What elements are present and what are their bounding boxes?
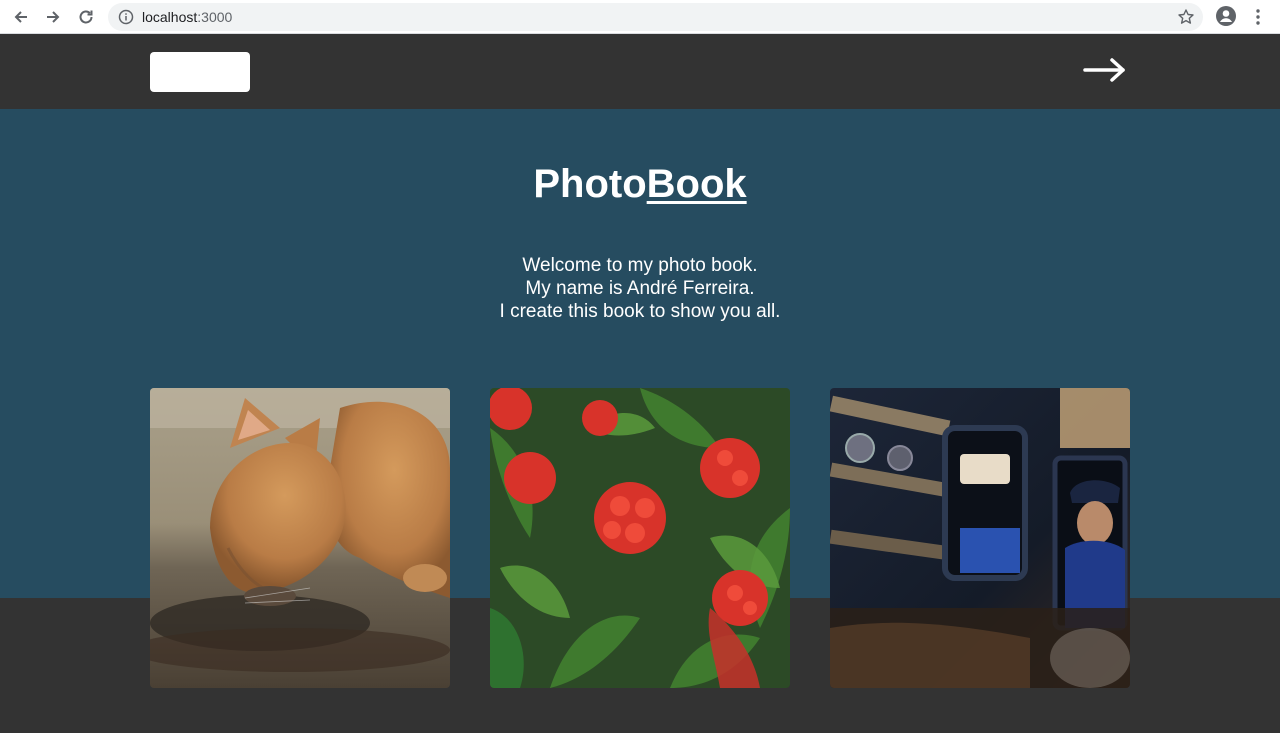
welcome-line: My name is André Ferreira. <box>525 278 755 299</box>
url-host: localhost <box>142 9 198 25</box>
forward-icon <box>47 11 60 23</box>
welcome-line: I create this book to show you all. <box>499 301 781 322</box>
title-book: Book <box>646 162 747 206</box>
forward-button[interactable] <box>41 5 65 29</box>
address-bar[interactable]: localhost:3000 <box>108 3 1203 31</box>
train-image <box>830 388 1130 688</box>
url-port: :3000 <box>197 9 233 25</box>
flowers-image <box>490 388 790 688</box>
photo-train[interactable] <box>830 388 1130 688</box>
logo[interactable] <box>150 52 250 92</box>
profile-icon[interactable] <box>1216 6 1236 26</box>
next-button[interactable] <box>1082 55 1128 85</box>
kebab-menu-icon[interactable] <box>1250 7 1266 27</box>
title-photo: Photo <box>533 162 647 206</box>
cat-image <box>150 388 450 688</box>
reload-icon <box>79 10 93 24</box>
star-icon[interactable] <box>1177 8 1195 26</box>
photo-cat[interactable] <box>150 388 450 688</box>
browser-toolbar: localhost:3000 <box>0 0 1280 34</box>
url-text[interactable]: localhost:3000 <box>142 9 232 25</box>
welcome-line: Welcome to my photo book. <box>522 255 758 276</box>
back-button[interactable] <box>9 5 33 29</box>
arrow-right-icon <box>1083 58 1125 82</box>
info-icon[interactable] <box>118 9 134 25</box>
reload-button[interactable] <box>74 5 98 29</box>
photo-flowers[interactable] <box>490 388 790 688</box>
site-header <box>0 35 1280 109</box>
page-title: PhotoBook <box>0 161 1280 207</box>
welcome-text: Welcome to my photo book. My name is And… <box>0 254 1280 323</box>
back-icon <box>14 11 27 23</box>
